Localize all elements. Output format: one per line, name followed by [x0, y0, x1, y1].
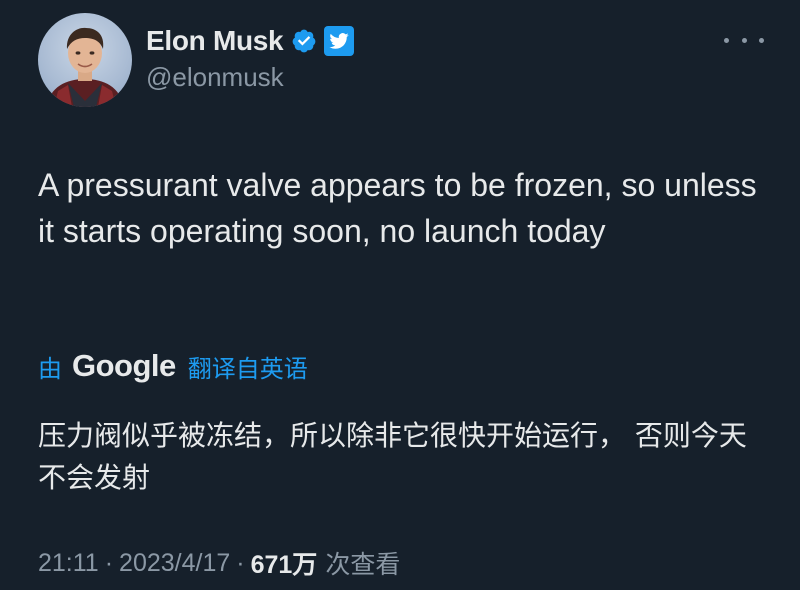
avatar[interactable]: [38, 13, 132, 107]
view-count: 671万: [250, 551, 318, 579]
dot: [741, 37, 747, 43]
separator: ·: [104, 548, 114, 577]
twitter-bird-icon: [324, 26, 355, 56]
avatar-portrait: [46, 27, 124, 107]
separator: ·: [236, 548, 245, 577]
translate-by-label: 由: [38, 355, 62, 383]
translate-attribution[interactable]: 由 Google 翻译自英语: [38, 346, 308, 386]
tweet-card: Elon Musk @elonmusk A pressurant valve a…: [0, 0, 800, 590]
tweet-date[interactable]: 2023/4/17: [119, 549, 230, 578]
more-options-icon[interactable]: [724, 28, 764, 52]
verified-badge-icon[interactable]: [291, 28, 317, 54]
tweet-text: A pressurant valve appears to be frozen,…: [38, 167, 757, 249]
google-logo: Google: [72, 348, 176, 383]
author-display-name[interactable]: Elon Musk: [146, 25, 284, 57]
view-count-label: 次查看: [325, 551, 401, 579]
translate-source-label[interactable]: 翻译自英语: [188, 349, 308, 384]
dot: [759, 37, 764, 43]
author-handle[interactable]: @elonmusk: [146, 62, 284, 93]
tweet-time[interactable]: 21:11: [38, 549, 99, 578]
dot: [724, 37, 729, 43]
tweet-meta: 21:11 · 2023/4/17 · 671万 次查看: [38, 545, 400, 581]
translated-text: 压力阀似乎被冻结，所以除非它很快开始运行， 否则今天不会发射: [38, 419, 747, 494]
author-name-row: Elon Musk: [146, 23, 355, 59]
